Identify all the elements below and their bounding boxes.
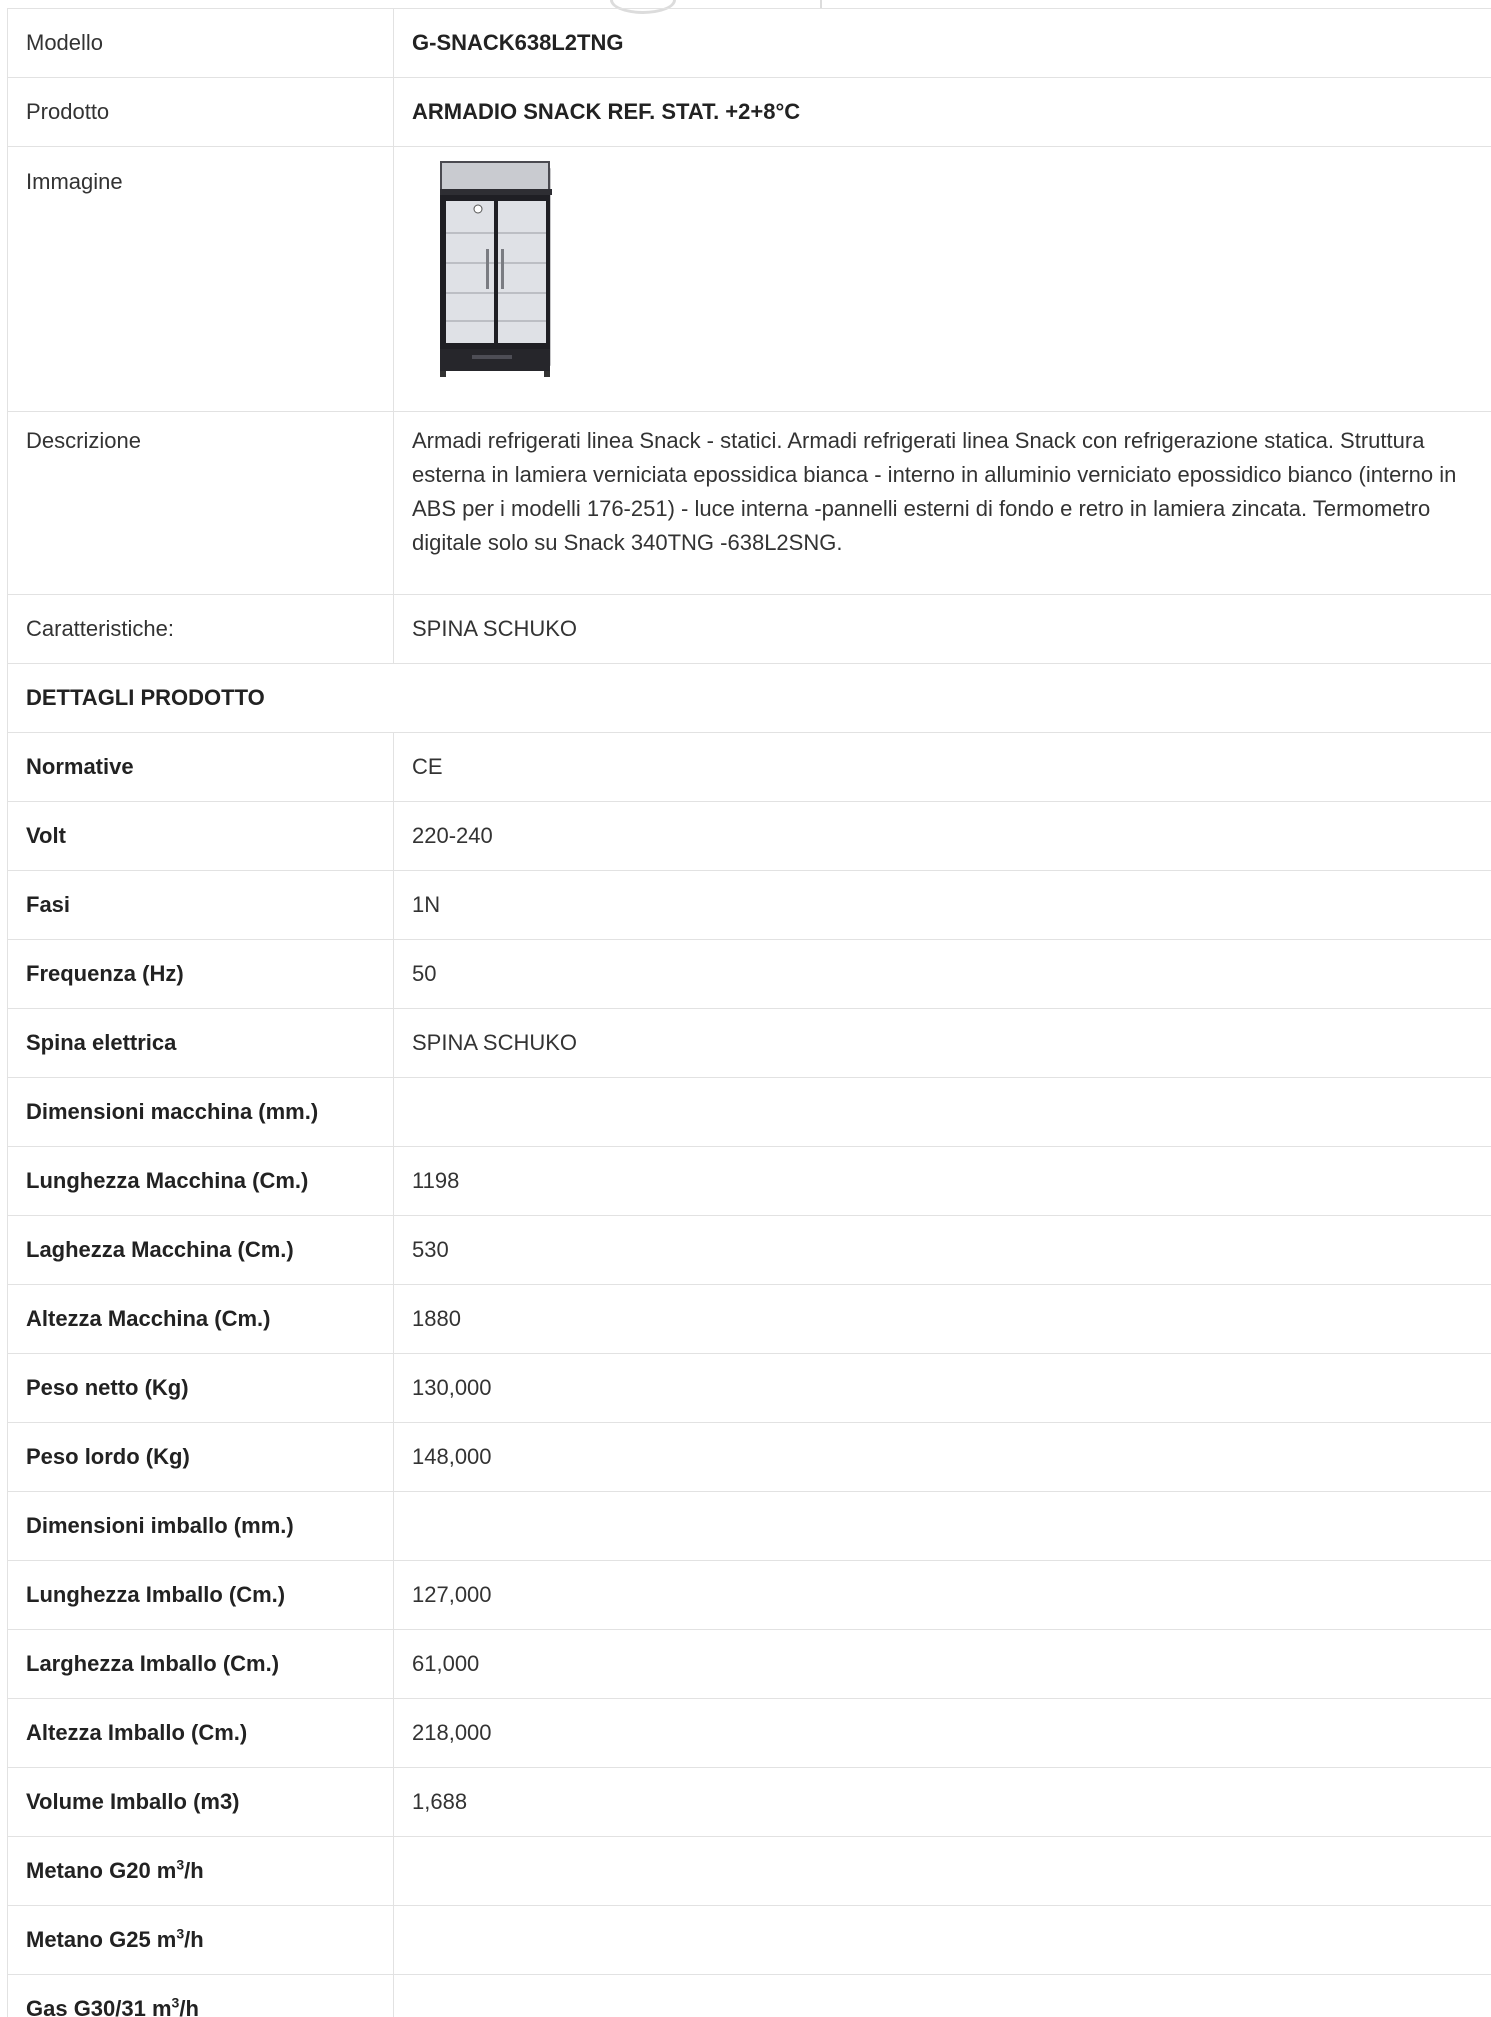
spec-label: Caratteristiche: (7, 594, 394, 664)
spec-row-product: Prodotto ARMADIO SNACK REF. STAT. +2+8°C (7, 77, 1491, 147)
detail-label: Lunghezza Macchina (Cm.) (7, 1146, 394, 1216)
detail-label: Dimensioni macchina (mm.) (7, 1077, 394, 1147)
spec-value-features: SPINA SCHUKO (393, 594, 1491, 664)
detail-row: Volume Imballo (m3) 1,688 (7, 1767, 1491, 1837)
detail-value: 50 (393, 939, 1491, 1009)
detail-value: 1,688 (393, 1767, 1491, 1837)
detail-value: 220-240 (393, 801, 1491, 871)
gas-label-suffix: /h (184, 1858, 204, 1883)
spec-label: Descrizione (7, 411, 394, 595)
detail-value: 148,000 (393, 1422, 1491, 1492)
spec-row-model: Modello G-SNACK638L2TNG (7, 8, 1491, 78)
header-divider-fragment (820, 0, 822, 8)
gas-value (393, 1974, 1491, 2017)
spec-label: Immagine (7, 146, 394, 412)
detail-value: 61,000 (393, 1629, 1491, 1699)
gas-label-sup: 3 (176, 1925, 185, 1942)
gas-label: Metano G20 m3/h (7, 1836, 394, 1906)
gas-value (393, 1836, 1491, 1906)
detail-value (393, 1491, 1491, 1561)
detail-row: Peso netto (Kg) 130,000 (7, 1353, 1491, 1423)
gas-row: Gas G30/31 m3/h (7, 1974, 1491, 2017)
detail-value: 127,000 (393, 1560, 1491, 1630)
spec-row-features: Caratteristiche: SPINA SCHUKO (7, 594, 1491, 664)
spec-value-product: ARMADIO SNACK REF. STAT. +2+8°C (393, 77, 1491, 147)
detail-row: Altezza Imballo (Cm.) 218,000 (7, 1698, 1491, 1768)
refrigerated-display-cabinet-icon (440, 161, 552, 377)
product-image[interactable] (412, 159, 552, 383)
detail-value: 1N (393, 870, 1491, 940)
gas-label-prefix: Metano G25 m (26, 1927, 177, 1952)
spec-label: Prodotto (7, 77, 394, 147)
detail-row: Normative CE (7, 732, 1491, 802)
spec-label: Modello (7, 8, 394, 78)
detail-row: Peso lordo (Kg) 148,000 (7, 1422, 1491, 1492)
detail-label: Laghezza Macchina (Cm.) (7, 1215, 394, 1285)
gas-label-suffix: /h (179, 1996, 199, 2017)
detail-label: Altezza Imballo (Cm.) (7, 1698, 394, 1768)
detail-row: Dimensioni macchina (mm.) (7, 1077, 1491, 1147)
detail-row: Frequenza (Hz) 50 (7, 939, 1491, 1009)
detail-label: Altezza Macchina (Cm.) (7, 1284, 394, 1354)
detail-value: 1880 (393, 1284, 1491, 1354)
detail-row: Fasi 1N (7, 870, 1491, 940)
gas-label-prefix: Metano G20 m (26, 1858, 177, 1883)
detail-row: Lunghezza Imballo (Cm.) 127,000 (7, 1560, 1491, 1630)
detail-label: Peso lordo (Kg) (7, 1422, 394, 1492)
gas-row: Metano G25 m3/h (7, 1905, 1491, 1975)
gas-label-prefix: Gas G30/31 m (26, 1996, 172, 2017)
detail-row: Laghezza Macchina (Cm.) 530 (7, 1215, 1491, 1285)
product-spec-table: Modello G-SNACK638L2TNG Prodotto ARMADIO… (7, 8, 1491, 2017)
gas-label-sup: 3 (176, 1856, 185, 1873)
gas-label-suffix: /h (184, 1927, 204, 1952)
gas-row: Metano G20 m3/h (7, 1836, 1491, 1906)
detail-value: 130,000 (393, 1353, 1491, 1423)
detail-row: Lunghezza Macchina (Cm.) 1198 (7, 1146, 1491, 1216)
detail-value: CE (393, 732, 1491, 802)
detail-row: Larghezza Imballo (Cm.) 61,000 (7, 1629, 1491, 1699)
detail-label: Fasi (7, 870, 394, 940)
section-header-row: DETTAGLI PRODOTTO (7, 663, 1491, 733)
spec-value-description: Armadi refrigerati linea Snack - statici… (393, 411, 1491, 595)
section-title: DETTAGLI PRODOTTO (7, 663, 1491, 733)
detail-row: Volt 220-240 (7, 801, 1491, 871)
detail-label: Frequenza (Hz) (7, 939, 394, 1009)
gas-label: Gas G30/31 m3/h (7, 1974, 394, 2017)
gas-value (393, 1905, 1491, 1975)
detail-row: Dimensioni imballo (mm.) (7, 1491, 1491, 1561)
detail-label: Peso netto (Kg) (7, 1353, 394, 1423)
detail-value (393, 1077, 1491, 1147)
detail-row: Altezza Macchina (Cm.) 1880 (7, 1284, 1491, 1354)
gas-label: Metano G25 m3/h (7, 1905, 394, 1975)
detail-label: Volume Imballo (m3) (7, 1767, 394, 1837)
detail-label: Volt (7, 801, 394, 871)
detail-value: 218,000 (393, 1698, 1491, 1768)
detail-label: Lunghezza Imballo (Cm.) (7, 1560, 394, 1630)
detail-label: Spina elettrica (7, 1008, 394, 1078)
spec-row-image: Immagine (7, 146, 1491, 412)
detail-value: 1198 (393, 1146, 1491, 1216)
spec-row-description: Descrizione Armadi refrigerati linea Sna… (7, 411, 1491, 595)
detail-value: 530 (393, 1215, 1491, 1285)
detail-value: SPINA SCHUKO (393, 1008, 1491, 1078)
detail-label: Normative (7, 732, 394, 802)
detail-row: Spina elettrica SPINA SCHUKO (7, 1008, 1491, 1078)
detail-label: Larghezza Imballo (Cm.) (7, 1629, 394, 1699)
detail-label: Dimensioni imballo (mm.) (7, 1491, 394, 1561)
spec-value-image (393, 146, 1491, 412)
spec-value-model: G-SNACK638L2TNG (393, 8, 1491, 78)
